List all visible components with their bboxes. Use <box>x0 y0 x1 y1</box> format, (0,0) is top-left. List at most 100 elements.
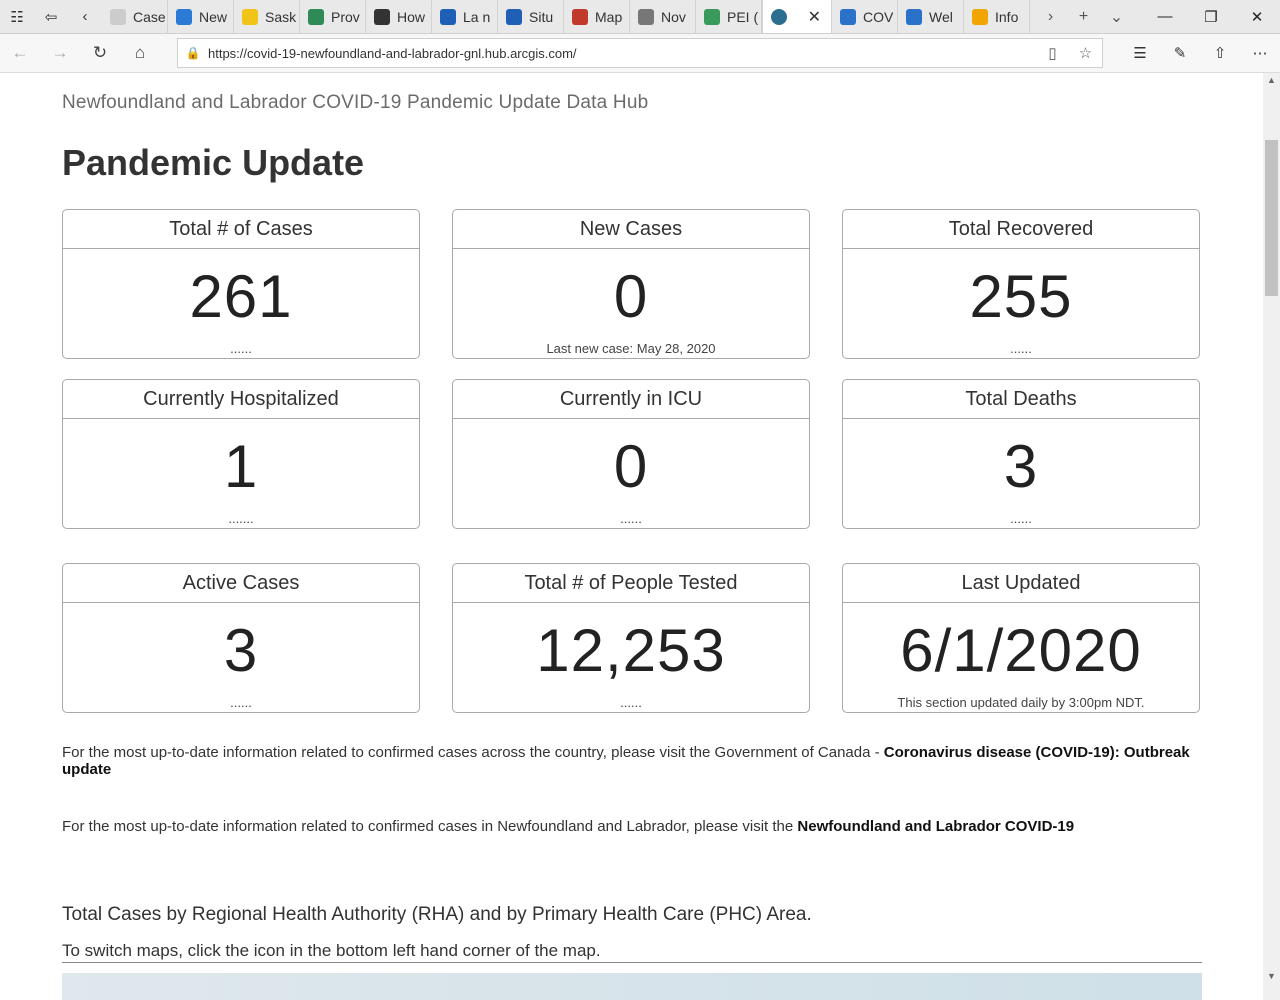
navigation-bar: ← → ↻ ⌂ 🔒 https://covid-19-newfoundland-… <box>0 34 1280 73</box>
stat-card-value: 12,253 <box>536 617 726 684</box>
browser-tab[interactable]: COV <box>832 0 898 33</box>
tab-label: Case <box>133 8 166 25</box>
tab-label: Situ <box>529 8 554 25</box>
stat-card-footer: ...... <box>230 341 252 356</box>
tab-label: Prov <box>331 8 360 25</box>
pen-icon[interactable]: ✎ <box>1160 44 1200 62</box>
rha-map[interactable] <box>62 973 1202 1000</box>
stat-card-label: Currently in ICU <box>453 380 809 419</box>
minimize-icon[interactable]: — <box>1142 8 1188 26</box>
nl-info-paragraph: For the most up-to-date information rela… <box>62 818 1152 835</box>
new-tab-icon[interactable]: + <box>1067 8 1100 26</box>
reading-view-icon[interactable]: ▯ <box>1036 44 1069 62</box>
prov-icon <box>308 8 324 25</box>
stat-card-footer: ...... <box>230 695 252 710</box>
stat-card-footer: This section updated daily by 3:00pm NDT… <box>897 695 1145 710</box>
scroll-tabs-right-icon[interactable]: › <box>1034 8 1067 26</box>
set-aside-tabs-icon[interactable]: ⇦ <box>34 0 68 33</box>
nl-info-text: For the most up-to-date information rela… <box>62 818 798 835</box>
stat-card: New Cases 0 Last new case: May 28, 2020 <box>452 209 810 359</box>
stat-card: Active Cases 3...... <box>62 563 420 713</box>
page-scrollbar[interactable]: ▲ ▼ <box>1263 73 1280 1000</box>
scroll-up-icon[interactable]: ▲ <box>1263 75 1280 85</box>
image-icon <box>638 8 654 25</box>
home-icon[interactable]: ⌂ <box>120 43 160 63</box>
browser-tab[interactable]: New <box>168 0 234 33</box>
lock-icon[interactable]: 🔒 <box>178 46 208 60</box>
tab-label: Map <box>595 8 623 25</box>
hub-title: Newfoundland and Labrador COVID-19 Pande… <box>62 92 649 113</box>
scroll-tabs-left-icon[interactable]: ‹ <box>68 0 102 33</box>
stat-card-label: Total # of Cases <box>63 210 419 249</box>
stat-card: Last Updated 6/1/2020 This section updated… <box>842 563 1200 713</box>
browser-tab[interactable]: Wel <box>898 0 964 33</box>
tab-label: PEI ( <box>727 8 759 25</box>
stat-card: Total Deaths 3...... <box>842 379 1200 529</box>
stat-card-value: 3 <box>223 617 259 684</box>
scrollbar-thumb[interactable] <box>1265 140 1278 296</box>
browser-tab[interactable]: Situ <box>498 0 564 33</box>
stat-card: Total Recovered 255...... <box>842 209 1200 359</box>
pei-icon <box>704 8 720 25</box>
browser-tab[interactable]: ✕ <box>762 0 832 33</box>
tab-label: La n <box>463 8 491 25</box>
stat-card-label: Total Recovered <box>843 210 1199 249</box>
tab-label: How <box>397 8 426 25</box>
divider <box>62 962 1202 963</box>
browser-tab[interactable]: Case <box>102 0 168 33</box>
close-tab-icon[interactable]: ✕ <box>808 7 821 27</box>
stat-card-footer: ...... <box>620 695 642 710</box>
favorite-star-icon[interactable]: ☆ <box>1069 44 1102 62</box>
map-switch-instructions: To switch maps, click the icon in the bo… <box>62 941 601 960</box>
tab-strip: ☷ ⇦ ‹ Case New Sask Prov How La n Situ Map Nov PE… <box>0 0 1280 34</box>
globe-icon <box>771 8 787 25</box>
tab-label: COV <box>863 8 894 25</box>
browser-tab[interactable]: Map <box>564 0 630 33</box>
rha-section-heading: Total Cases by Regional Health Authority… <box>62 904 812 925</box>
browser-tab[interactable]: Sask <box>234 0 300 33</box>
tab-label: Nov <box>661 8 686 25</box>
fleur-de-lis-icon <box>506 8 522 25</box>
stat-card: Total # of Cases 261...... <box>62 209 420 359</box>
stat-card-value: 3 <box>1003 433 1039 500</box>
restore-icon[interactable]: ❐ <box>1188 8 1234 26</box>
browser-tab[interactable]: Nov <box>630 0 696 33</box>
refresh-icon[interactable]: ↻ <box>80 43 120 63</box>
tab-preview-chevron-icon[interactable]: ⌄ <box>1100 7 1133 27</box>
close-window-icon[interactable]: ✕ <box>1234 8 1280 26</box>
stat-card-value: 255 <box>969 263 1073 330</box>
address-bar[interactable]: 🔒 https://covid-19-newfoundland-and-labr… <box>177 38 1103 68</box>
more-icon[interactable]: ⋯ <box>1240 44 1280 62</box>
stat-card-value: 261 <box>189 263 293 330</box>
stat-card-label: Last Updated <box>843 564 1199 603</box>
document-icon <box>110 8 126 25</box>
tab-label: Sask <box>265 8 297 25</box>
scroll-down-icon[interactable]: ▼ <box>1263 971 1280 981</box>
forward-icon[interactable]: → <box>40 43 80 63</box>
fleur-de-lis-icon <box>440 8 456 25</box>
stat-card: Total # of People Tested 12,253...... <box>452 563 810 713</box>
browser-tab[interactable]: Prov <box>300 0 366 33</box>
page-content: Newfoundland and Labrador COVID-19 Pande… <box>0 73 1263 1000</box>
page-title: Pandemic Update <box>62 142 365 183</box>
browser-tab[interactable]: How <box>366 0 432 33</box>
share-icon[interactable]: ⇧ <box>1200 44 1240 62</box>
map-icon <box>572 8 588 25</box>
back-icon[interactable]: ← <box>0 43 40 63</box>
stat-card-label: Total # of People Tested <box>453 564 809 603</box>
favorites-hub-icon[interactable]: ☰ <box>1120 44 1160 62</box>
stat-card-footer: ...... <box>1010 511 1032 526</box>
browser-tab[interactable]: PEI ( <box>696 0 762 33</box>
tab-label: Info <box>995 8 1019 25</box>
cov-icon <box>840 8 856 25</box>
browser-tab[interactable]: Info <box>964 0 1030 33</box>
stat-card-label: Active Cases <box>63 564 419 603</box>
url-text[interactable]: https://covid-19-newfoundland-and-labrad… <box>208 46 577 61</box>
tab-actions-icon[interactable]: ☷ <box>0 0 34 33</box>
stat-card-label: Currently Hospitalized <box>63 380 419 419</box>
stat-card-label: Total Deaths <box>843 380 1199 419</box>
browser-tab[interactable]: La n <box>432 0 498 33</box>
canada-info-text: For the most up-to-date information rela… <box>62 744 884 761</box>
nl-covid-link[interactable]: Newfoundland and Labrador COVID-19 <box>797 818 1074 835</box>
stat-card-value: 0 <box>613 263 649 330</box>
